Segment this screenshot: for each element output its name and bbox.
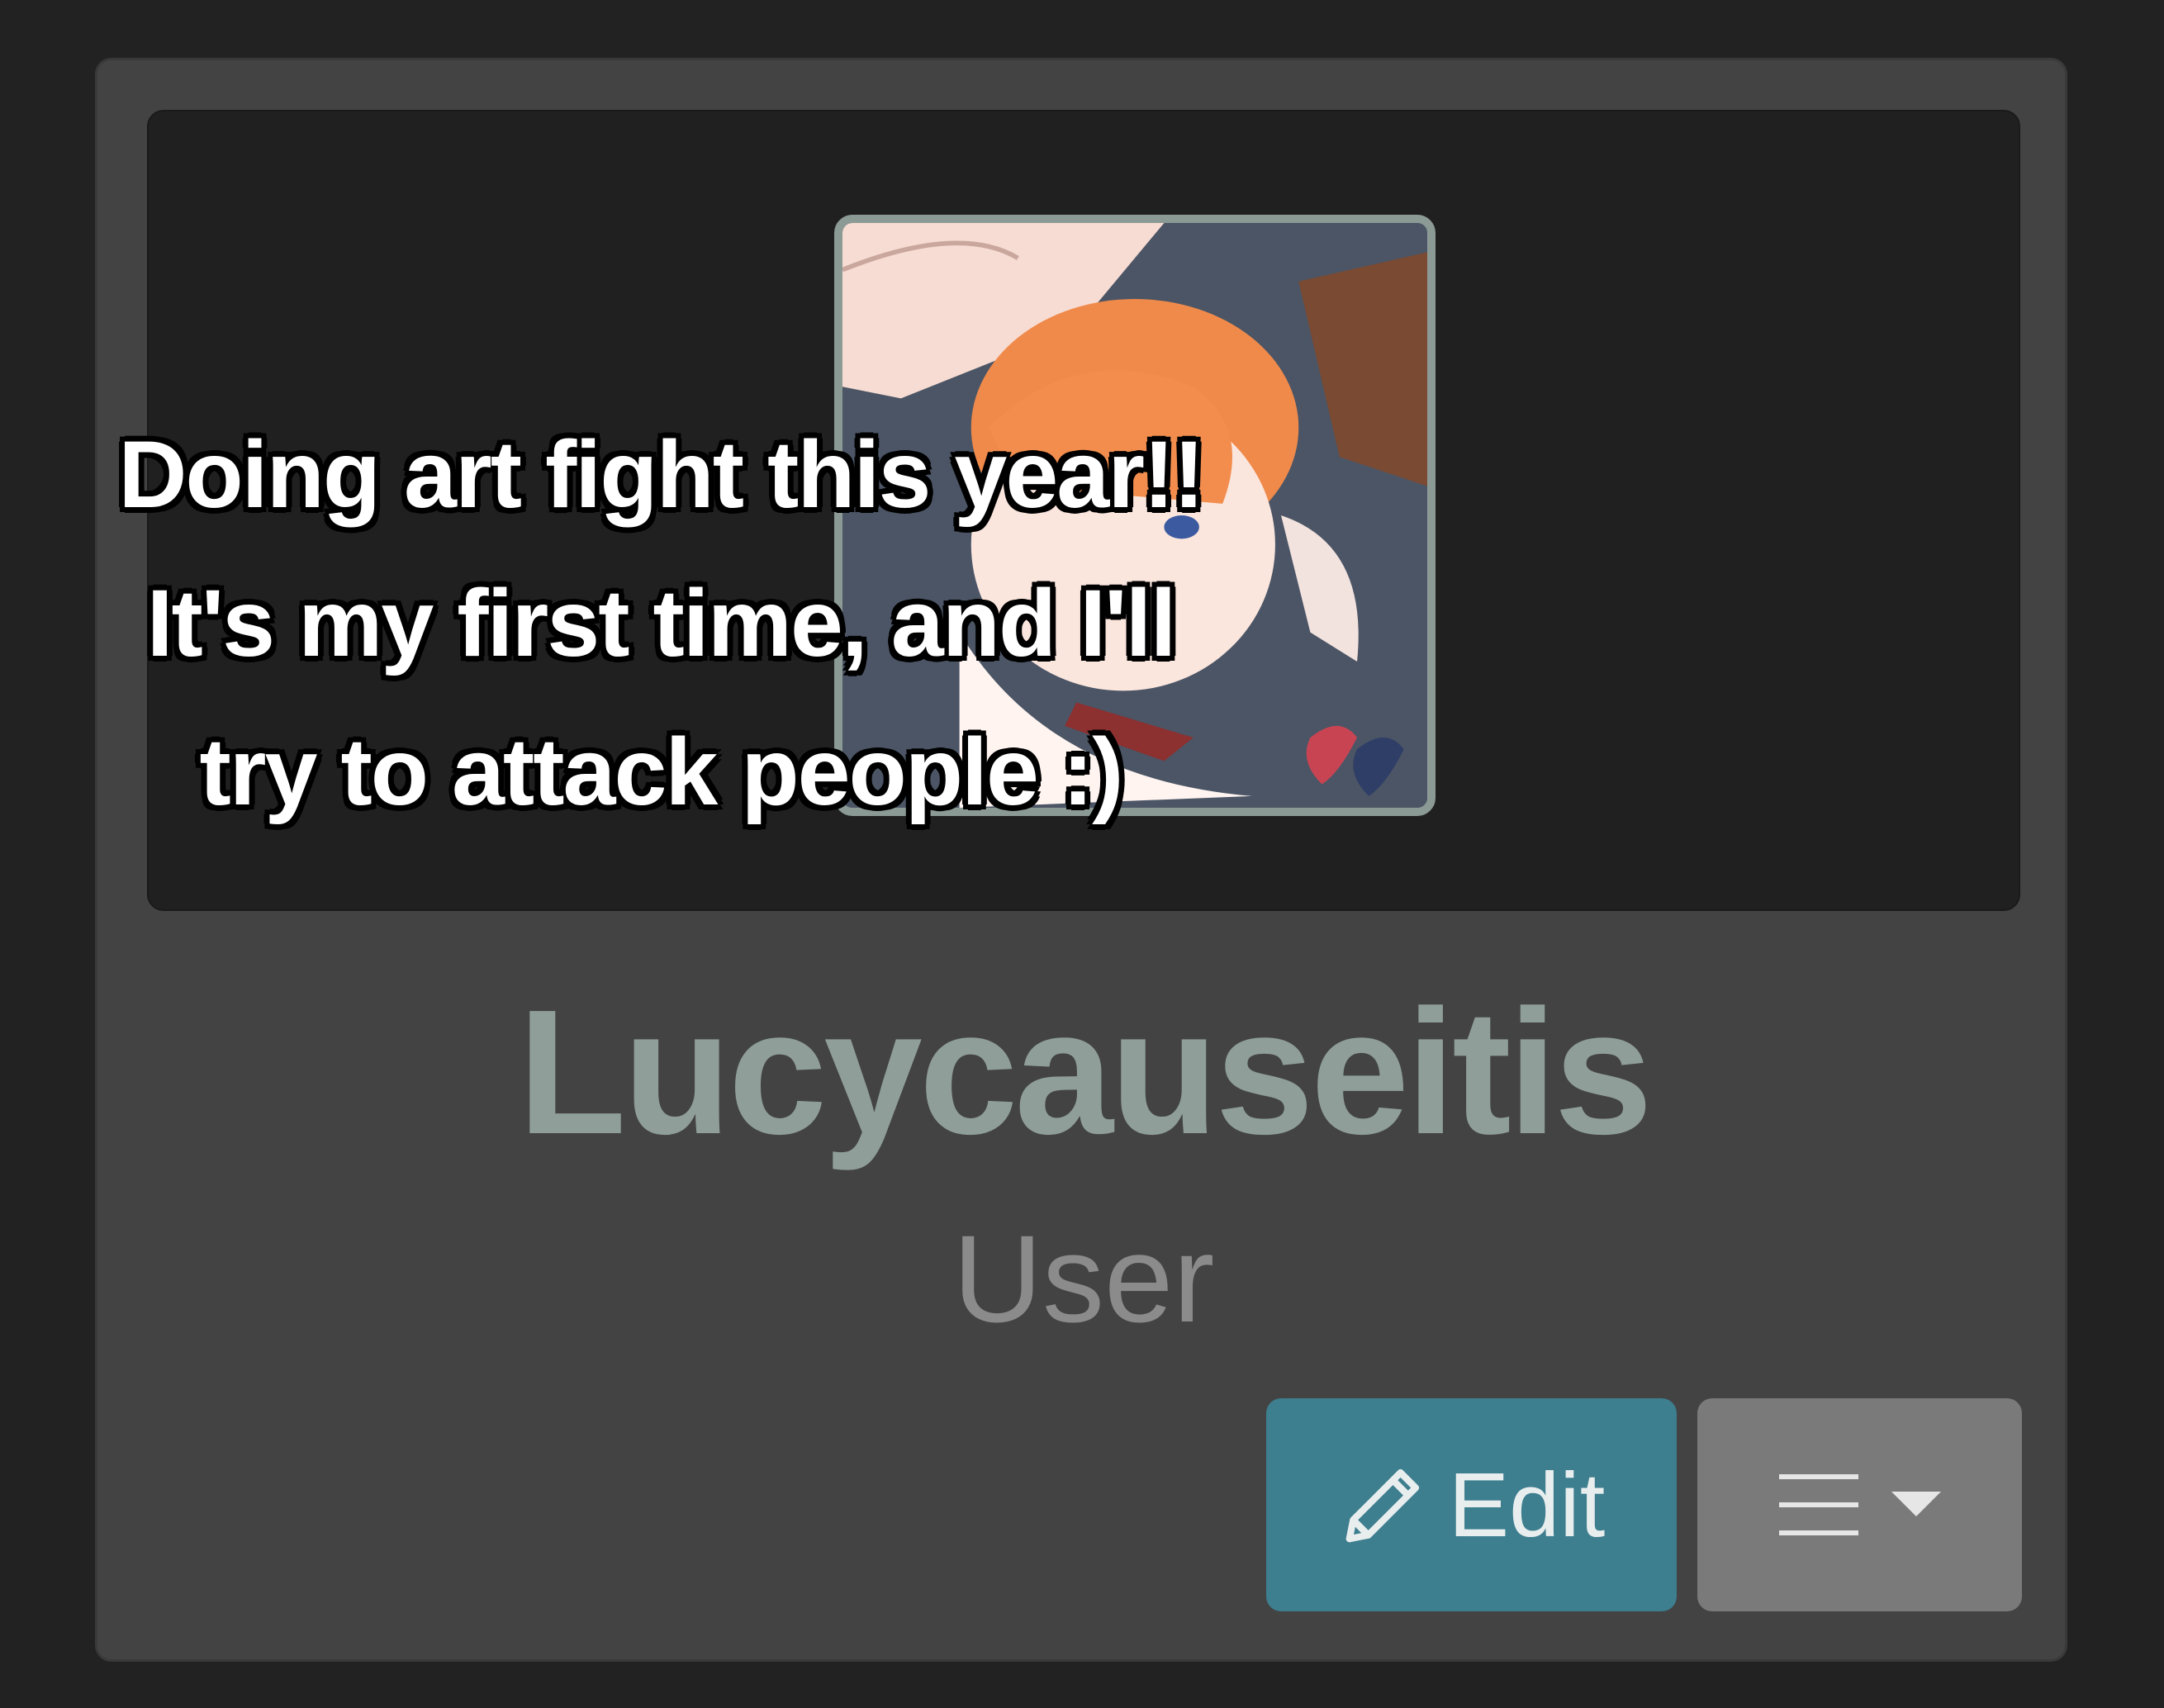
- video-caption-overlay: Doing art fight this year!! It's my firs…: [0, 401, 1322, 847]
- profile-role: User: [952, 1209, 1215, 1348]
- caption-line: It's my first time, and I'll: [146, 571, 1177, 676]
- caret-down-icon: [1891, 1492, 1941, 1516]
- edit-button[interactable]: Edit: [1266, 1398, 1677, 1611]
- caption-line: Doing art fight this year!!: [118, 422, 1204, 528]
- hamburger-icon: [1778, 1474, 1858, 1535]
- profile-card: Lucycauseitis User Edit: [95, 58, 2067, 1662]
- pencil-icon: [1345, 1468, 1419, 1543]
- edit-button-label: Edit: [1448, 1454, 1606, 1556]
- profile-menu-dropdown[interactable]: [1697, 1398, 2022, 1611]
- caption-line: try to attack people :): [199, 719, 1124, 825]
- page: Lucycauseitis User Edit Doing art fight …: [0, 0, 2164, 1708]
- profile-username: Lucycauseitis: [517, 972, 1653, 1171]
